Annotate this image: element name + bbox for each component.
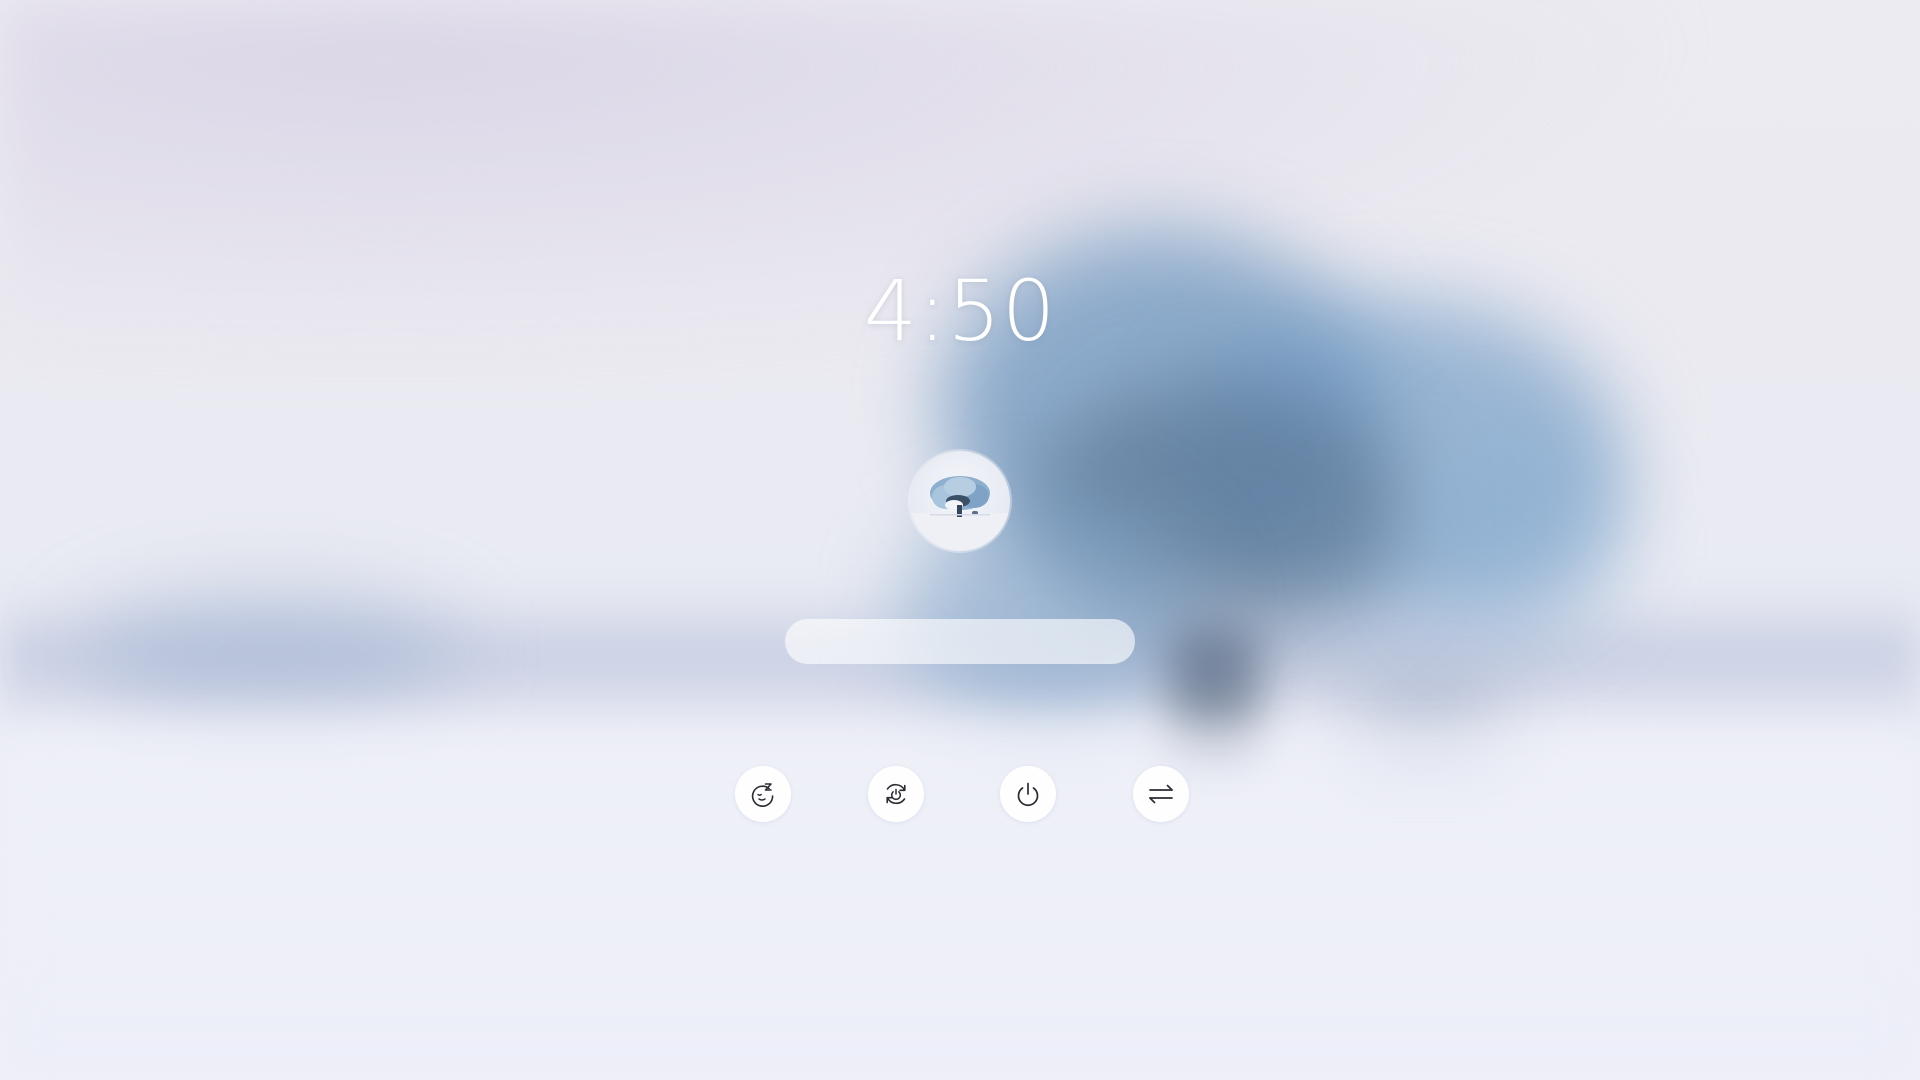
session-actions (0, 766, 1920, 822)
restart-button[interactable] (868, 766, 924, 822)
wallpaper-distant-trees (80, 590, 460, 710)
restart-icon (886, 783, 906, 805)
snowy-tree-avatar-icon (910, 476, 1010, 551)
switch-user-button[interactable] (1133, 766, 1189, 822)
lock-clock: 4:50 (863, 262, 1057, 360)
sleep-icon (751, 783, 774, 807)
wallpaper-tree (1420, 430, 1620, 630)
power-icon (1017, 782, 1039, 807)
sleep-button[interactable] (735, 766, 791, 822)
lock-screen: 4:50 (0, 0, 1920, 1080)
switch-user-icon (1149, 784, 1173, 804)
password-field[interactable] (785, 619, 1135, 664)
shutdown-button[interactable] (1000, 766, 1056, 822)
user-avatar[interactable] (910, 451, 1010, 551)
